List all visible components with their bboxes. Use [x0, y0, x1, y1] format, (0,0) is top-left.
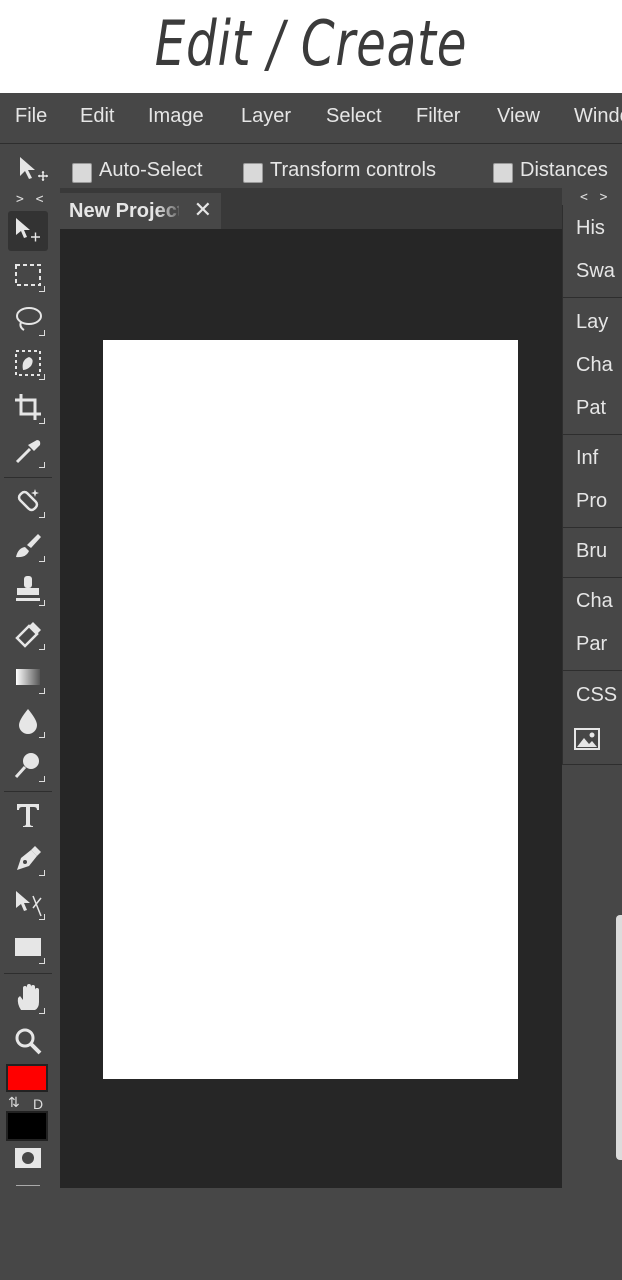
menu-bar: File Edit Image Layer Select Filter View… [0, 93, 622, 144]
quick-mask-button[interactable] [8, 1142, 48, 1174]
foreground-color-swatch[interactable] [6, 1064, 48, 1092]
mask-icon [15, 1148, 41, 1168]
panel-properties-tab[interactable]: Pro [576, 490, 622, 513]
zoom-tool-button[interactable] [8, 1021, 48, 1061]
menu-window[interactable]: Window [574, 105, 622, 128]
document-tab[interactable]: New Project ✕ [60, 193, 221, 229]
panel-channels-tab[interactable]: Cha [576, 354, 622, 377]
healing-tool-button[interactable] [8, 481, 48, 521]
document-canvas[interactable] [103, 340, 518, 1079]
panel-css-tab[interactable]: CSS [576, 684, 622, 707]
menu-view[interactable]: View [497, 105, 540, 128]
move-tool-icon [16, 154, 50, 188]
eraser-tool-button[interactable] [8, 613, 48, 653]
right-edge-scrollbar[interactable] [616, 915, 622, 1160]
marquee-tool-button[interactable] [8, 255, 48, 295]
panel-layers-tab[interactable]: Lay [576, 311, 622, 334]
transform-controls-checkbox[interactable] [243, 163, 263, 183]
menu-layer[interactable]: Layer [241, 105, 291, 128]
auto-select-label: Auto-Select [99, 159, 203, 181]
magnifier-icon [15, 1028, 42, 1055]
distances-checkbox[interactable] [493, 163, 513, 183]
move-icon [16, 218, 40, 242]
crop-tool-button[interactable] [8, 387, 48, 427]
options-bar: Auto-Select Transform controls Distances [0, 144, 622, 188]
close-tab-icon[interactable]: ✕ [194, 198, 212, 223]
default-colors-button[interactable]: D [33, 1096, 43, 1112]
panel-character-tab[interactable]: Cha [576, 590, 622, 613]
dodge-tool-button[interactable] [8, 745, 48, 785]
panel-swatches-tab[interactable]: Swa [576, 260, 622, 283]
menu-select[interactable]: Select [326, 105, 382, 128]
panel-info-tab[interactable]: Inf [576, 447, 622, 470]
path-select-tool-button[interactable] [8, 883, 48, 923]
app-header: Edit / Create [0, 0, 622, 93]
brush-tool-button[interactable] [8, 525, 48, 565]
bottom-area [0, 1188, 622, 1280]
background-color-swatch[interactable] [6, 1111, 48, 1141]
swap-colors-button[interactable]: ⇅ [8, 1095, 20, 1111]
toolbar-divider [16, 1185, 40, 1186]
image-icon [574, 728, 600, 750]
page-title: Edit / Create [154, 7, 468, 80]
stamp-tool-button[interactable] [8, 569, 48, 609]
move-tool-button[interactable] [8, 211, 48, 251]
panel-paragraph-tab[interactable]: Par [576, 633, 622, 656]
menu-file[interactable]: File [15, 105, 47, 128]
auto-select-checkbox[interactable] [72, 163, 92, 183]
hand-tool-button[interactable] [8, 977, 48, 1017]
transform-controls-label: Transform controls [270, 159, 436, 181]
lasso-tool-button[interactable] [8, 299, 48, 339]
panel-paths-tab[interactable]: Pat [576, 397, 622, 420]
menu-image[interactable]: Image [148, 105, 204, 128]
eyedropper-tool-button[interactable] [8, 431, 48, 471]
menu-edit[interactable]: Edit [80, 105, 114, 128]
pen-tool-button[interactable] [8, 839, 48, 879]
blur-tool-button[interactable] [8, 701, 48, 741]
quick-select-tool-button[interactable] [8, 343, 48, 383]
gradient-tool-button[interactable] [8, 657, 48, 697]
text-icon [17, 804, 39, 827]
toolbar-collapse-toggle[interactable]: > < [16, 192, 45, 207]
shape-tool-button[interactable] [8, 927, 48, 967]
menu-filter[interactable]: Filter [416, 105, 460, 128]
type-tool-button[interactable] [8, 795, 48, 835]
panel-history-tab[interactable]: His [576, 217, 622, 240]
panel-image-tab[interactable] [573, 727, 601, 755]
right-panel-collapse-toggle[interactable]: < > [580, 190, 609, 205]
panel-brush-tab[interactable]: Bru [576, 540, 622, 563]
distances-label: Distances [520, 159, 608, 181]
